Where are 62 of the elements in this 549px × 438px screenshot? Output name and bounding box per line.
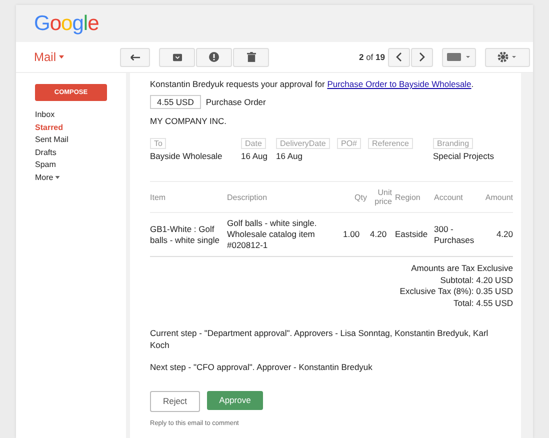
settings-icon: [496, 51, 518, 63]
caret-icon: [55, 176, 60, 180]
keyboard-button[interactable]: [442, 48, 476, 66]
column-header: Description: [227, 192, 268, 202]
total-line: Total: 4.55 USD: [453, 298, 513, 310]
table-cell-text: Golf balls - white single. Wholesale catalog item #020812-1: [227, 218, 318, 252]
trash-icon: [246, 52, 256, 62]
mail-menu[interactable]: Mail: [34, 50, 64, 64]
exclamation-icon: [209, 52, 219, 62]
document-type: Purchase Order: [206, 97, 266, 107]
column-header: Unit price: [374, 188, 392, 206]
next-button[interactable]: [411, 48, 433, 66]
step-text: Current step - "Department approval". Approvers - Lisa Sonntag, Konstantin Bredyuk, Karl Koch: [150, 327, 490, 352]
delete-button[interactable]: [233, 48, 269, 66]
total-line: Subtotal: 4.20 USD: [440, 274, 513, 286]
spam-button[interactable]: [196, 48, 232, 66]
table-cell-text: 4.20: [495, 229, 513, 240]
step-text: Next step - "CFO approval". Approver - Konstantin Bredyuk: [150, 360, 374, 373]
keyboard-icon: [447, 53, 471, 61]
field-value: 16 Aug: [276, 151, 302, 161]
reject-button[interactable]: Reject: [150, 390, 200, 412]
table-cell-text: 300 - Purchases: [434, 224, 476, 246]
field-value: 16 Aug: [241, 151, 268, 161]
column-header: Qty: [354, 192, 367, 202]
reply-icon: [130, 52, 140, 62]
field-label: DeliveryDate: [276, 138, 330, 149]
amount-field: 4.55 USD: [150, 95, 201, 109]
field-value: Bayside Wholesale: [150, 151, 222, 161]
field-value: Special Projects: [433, 151, 494, 161]
column-header: Amount: [484, 192, 513, 202]
field-label: Reference: [368, 138, 413, 149]
chevron-left-icon: [396, 52, 402, 62]
sidebar-item[interactable]: Starred: [35, 122, 64, 134]
sidebar-item[interactable]: Inbox: [35, 109, 55, 122]
field-label: PO#: [337, 138, 362, 149]
intro-text: Konstantin Bredyuk requests your approval for Purchase Order to Bayside Wholesale.: [150, 79, 475, 89]
purchase-order-link[interactable]: Purchase Order to Bayside Wholesale: [327, 79, 472, 89]
sidebar-item[interactable]: More: [35, 172, 60, 184]
page-counter: 2 of 19: [358, 52, 385, 62]
sidebar-item[interactable]: Spam: [35, 159, 56, 172]
table-cell-text: 1.00: [343, 229, 361, 240]
field-label: Date: [241, 138, 266, 149]
sidebar-item[interactable]: Sent Mail: [35, 134, 68, 146]
field-label: To: [150, 138, 166, 149]
company-name: MY COMPANY INC.: [150, 116, 228, 126]
column-header: Item: [150, 192, 167, 202]
previous-button[interactable]: [388, 48, 410, 66]
chevron-right-icon: [419, 52, 425, 62]
sidebar-item[interactable]: Drafts: [35, 146, 56, 159]
reply-button[interactable]: [120, 48, 150, 66]
column-header: Region: [395, 192, 422, 202]
archive-icon: [172, 52, 182, 62]
field-label: Branding: [433, 138, 474, 149]
archive-button[interactable]: [159, 48, 195, 66]
table-cell-text: Eastside: [395, 229, 429, 240]
total-line: Amounts are Tax Exclusive: [411, 263, 513, 275]
column-header: Account: [434, 192, 464, 202]
table-cell-text: 4.20: [370, 229, 388, 240]
caret-icon: [59, 55, 64, 59]
total-line: Exclusive Tax (8%): 0.35 USD: [400, 286, 513, 298]
settings-button[interactable]: [485, 48, 530, 66]
table-cell-text: GB1-White : Golf balls - white single: [150, 224, 220, 246]
